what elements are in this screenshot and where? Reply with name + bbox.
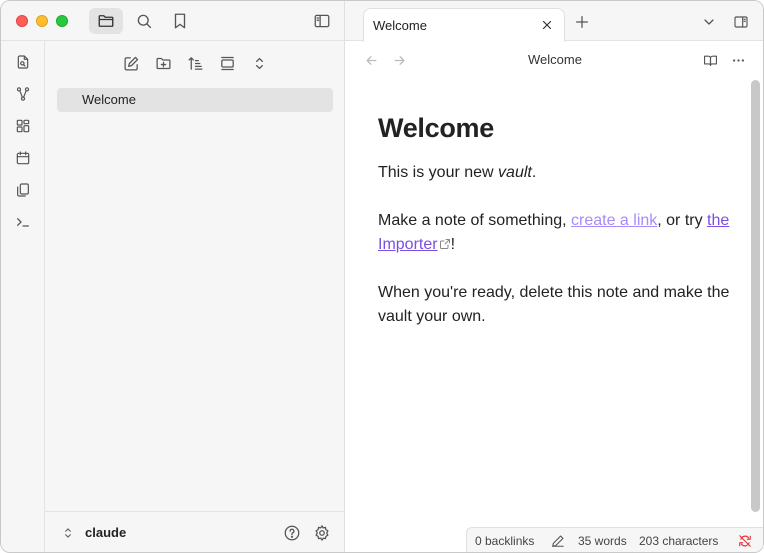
templates-icon (17, 183, 29, 197)
sort-icon (187, 56, 203, 70)
ribbon (1, 41, 45, 552)
pencil-icon (552, 535, 564, 547)
note-paragraph-2: Make a note of something, create a link,… (378, 209, 738, 257)
daily-note-button[interactable] (12, 147, 34, 169)
quick-switcher-button[interactable] (12, 51, 34, 73)
tab-label: Welcome (373, 18, 427, 33)
close-window-button[interactable] (16, 15, 28, 27)
daily-note-icon (16, 151, 30, 165)
vault-name[interactable]: claude (85, 525, 126, 540)
help-icon (284, 525, 300, 541)
create-link-link[interactable]: create a link (571, 212, 657, 229)
text-run: This is your new (378, 164, 499, 181)
note-paragraph-3: When you're ready, delete this note and … (378, 284, 730, 325)
zoom-window-button[interactable] (56, 15, 68, 27)
folder-icon (98, 15, 114, 27)
status-bar: 0 backlinks 35 words 203 characters (466, 527, 763, 552)
sort-button[interactable] (184, 52, 206, 74)
files-tab-button[interactable] (89, 8, 123, 34)
backlinks-count[interactable]: 0 backlinks (475, 534, 534, 548)
new-folder-button[interactable] (152, 52, 174, 74)
close-icon (542, 20, 552, 30)
character-count: 203 characters (639, 534, 719, 548)
view-header: Welcome (345, 41, 763, 79)
auto-reveal-button[interactable] (216, 52, 238, 74)
sidebar-toggle-icon (314, 14, 330, 28)
plus-icon (576, 16, 588, 28)
new-note-icon (123, 56, 138, 71)
gear-icon (315, 525, 329, 541)
text-run: . (531, 164, 537, 181)
sync-off-icon (739, 535, 751, 547)
new-folder-icon (155, 57, 171, 69)
file-explorer-toolbar (45, 41, 345, 83)
text-run: ! (450, 236, 456, 253)
command-palette-button[interactable] (12, 211, 34, 233)
scrollbar[interactable] (751, 80, 760, 512)
graph-view-icon (16, 87, 30, 101)
tab-welcome[interactable]: Welcome (363, 8, 565, 42)
note-heading: Welcome (378, 113, 494, 143)
reading-view-button[interactable] (701, 51, 719, 69)
more-horizontal-icon (732, 58, 744, 62)
book-open-icon (703, 55, 717, 66)
settings-button[interactable] (312, 523, 332, 543)
vault-switcher-button[interactable] (59, 524, 77, 542)
close-tab-button[interactable] (539, 17, 555, 33)
toggle-right-sidebar-button[interactable] (731, 12, 751, 32)
sync-status-button[interactable] (737, 533, 753, 549)
chevron-down-icon (704, 19, 714, 25)
open-quick-switcher-icon (17, 55, 29, 69)
sidebar-right-icon (734, 16, 748, 28)
search-icon (137, 14, 152, 29)
canvas-icon (16, 119, 30, 133)
collapse-all-button[interactable] (248, 52, 270, 74)
new-note-button[interactable] (120, 52, 142, 74)
bookmarks-tab-button[interactable] (163, 8, 197, 34)
left-titlebar (1, 1, 345, 41)
bookmark-icon (174, 13, 186, 29)
collapse-all-icon (255, 57, 263, 69)
graph-view-button[interactable] (12, 83, 34, 105)
editing-mode-button[interactable] (550, 533, 566, 549)
app-window: Welcome claude Welcome Welcome Welcome T… (0, 0, 764, 553)
left-sidebar: Welcome claude (1, 1, 345, 552)
main-editor-area: Welcome Welcome Welcome This is your new… (345, 1, 763, 552)
command-palette-icon (17, 218, 29, 227)
new-tab-button[interactable] (572, 12, 592, 32)
text-run: , or try (657, 212, 708, 229)
chevron-up-down-icon (65, 528, 71, 538)
collapse-left-sidebar-button[interactable] (305, 8, 339, 34)
minimize-window-button[interactable] (36, 15, 48, 27)
italic-text: vault (498, 164, 532, 181)
note-paragraph-1: This is your new vault. (378, 161, 738, 185)
tab-bar: Welcome (345, 1, 763, 42)
templates-button[interactable] (12, 179, 34, 201)
auto-reveal-icon (220, 56, 234, 70)
search-tab-button[interactable] (127, 8, 161, 34)
file-item-welcome[interactable]: Welcome (57, 88, 333, 112)
external-link-icon (439, 239, 450, 249)
help-button[interactable] (282, 523, 302, 543)
text-run: Make a note of something, (378, 212, 571, 229)
note-content[interactable]: Welcome This is your new vault. Make a n… (378, 101, 738, 353)
word-count: 35 words (578, 534, 627, 548)
more-options-button[interactable] (729, 51, 747, 69)
tab-list-button[interactable] (699, 12, 719, 32)
canvas-button[interactable] (12, 115, 34, 137)
vault-profile-bar: claude (45, 511, 345, 552)
